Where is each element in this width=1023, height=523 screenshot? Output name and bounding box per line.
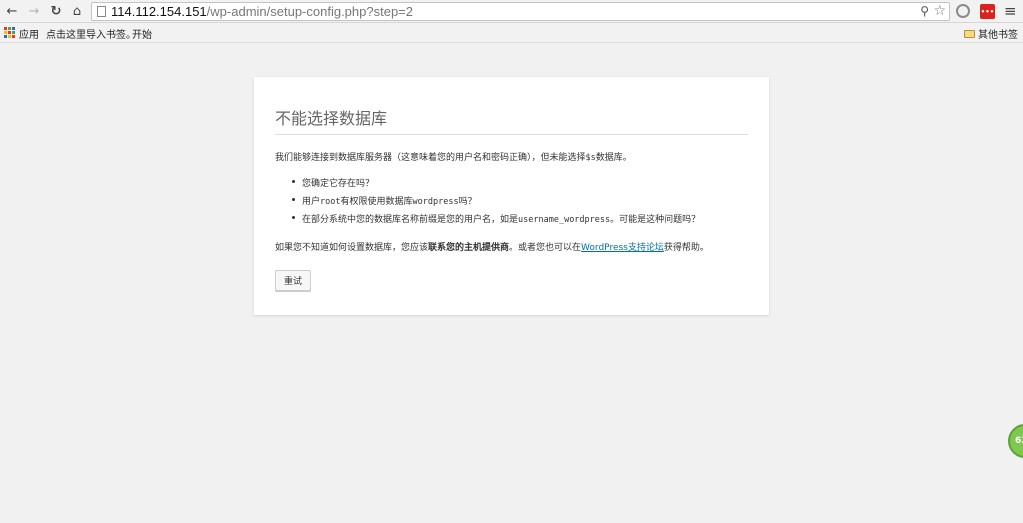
help-text-c: 获得帮助。 (663, 243, 709, 253)
menu-icon[interactable]: ≡ (1004, 2, 1017, 20)
p1-end: 数据库。 (595, 153, 632, 163)
p1-text: 我们能够连接到数据库服务器（这意味着您的用户名和密码正确），但未能选择 (275, 153, 586, 163)
apps-grid-icon[interactable] (4, 27, 15, 38)
checklist: 您确定它存在吗？ 用户root有权限使用数据库wordpress吗？ 在部分系统… (291, 176, 701, 230)
help-text-b: 。或者您也可以在 (509, 243, 582, 253)
error-description: 我们能够连接到数据库服务器（这意味着您的用户名和密码正确），但未能选择$s数据库… (275, 150, 632, 163)
list-item-text: 在部分系统中您的数据库名称前缀是您的用户名，如是 (302, 215, 519, 225)
url-text[interactable]: 114.112.154.151/wp-admin/setup-config.ph… (111, 4, 413, 19)
p1-code: $s (585, 153, 596, 163)
bookmark-apps[interactable]: 应用 (19, 26, 39, 41)
back-arrow-icon[interactable]: ← (3, 2, 21, 20)
bookmark-star-icon[interactable]: ☆ (933, 3, 946, 19)
support-forum-link[interactable]: WordPress支持论坛 (581, 243, 664, 253)
home-icon[interactable]: ⌂ (68, 2, 86, 20)
bookmarks-bar: 应用 点击这里导入书签。 开始 其他书签 (0, 23, 1023, 43)
error-card: 不能选择数据库 我们能够连接到数据库服务器（这意味着您的用户名和密码正确），但未… (254, 77, 769, 315)
list-item: 在部分系统中您的数据库名称前缀是您的用户名，如是username_wordpre… (291, 212, 701, 230)
list-item: 您确定它存在吗？ (291, 176, 700, 194)
other-bookmarks[interactable]: 其他书签 (964, 26, 1018, 41)
url-path: /wp-admin/setup-config.php?step=2 (206, 4, 413, 19)
help-text: 如果您不知道如何设置数据库，您应该联系您的主机提供商。或者您也可以在WordPr… (275, 240, 709, 253)
reload-icon[interactable]: ↻ (47, 2, 65, 20)
list-item-text: 有权限使用数据库 (340, 197, 413, 207)
page-title: 不能选择数据库 (275, 105, 748, 135)
list-item-text: 您确定它存在吗？ (302, 179, 375, 189)
translate-extension-icon[interactable] (956, 4, 970, 18)
forward-arrow-icon[interactable]: → (25, 2, 43, 20)
other-bookmarks-label: 其他书签 (978, 30, 1018, 41)
address-bar[interactable]: 114.112.154.151/wp-admin/setup-config.ph… (91, 2, 950, 21)
bookmark-import-link[interactable]: 点击这里导入书签。 (46, 26, 136, 41)
bookmark-start[interactable]: 开始 (132, 26, 152, 41)
browser-toolbar: ← → ↻ ⌂ 114.112.154.151/wp-admin/setup-c… (0, 0, 1023, 23)
folder-icon (964, 29, 975, 38)
list-item-code: username_wordpress (518, 215, 611, 225)
list-item-code: root (320, 197, 341, 207)
list-item-text: 用户 (302, 197, 321, 207)
list-item-code: wordpress (412, 197, 459, 207)
retry-button[interactable]: 重试 (275, 270, 311, 291)
floating-widget[interactable]: 62 (1008, 424, 1023, 458)
list-item: 用户root有权限使用数据库wordpress吗？ (291, 194, 700, 212)
list-item-text: 。可能是这种问题吗？ (610, 215, 701, 225)
host-provider-text: 联系您的主机提供商 (428, 243, 510, 253)
extension-icon[interactable]: ••• (980, 4, 995, 19)
url-host: 114.112.154.151 (111, 4, 207, 19)
page-icon (97, 6, 106, 17)
list-item-text: 吗？ (458, 197, 477, 207)
zoom-icon[interactable]: ⚲ (920, 4, 929, 18)
help-text-a: 如果您不知道如何设置数据库，您应该 (275, 243, 429, 253)
